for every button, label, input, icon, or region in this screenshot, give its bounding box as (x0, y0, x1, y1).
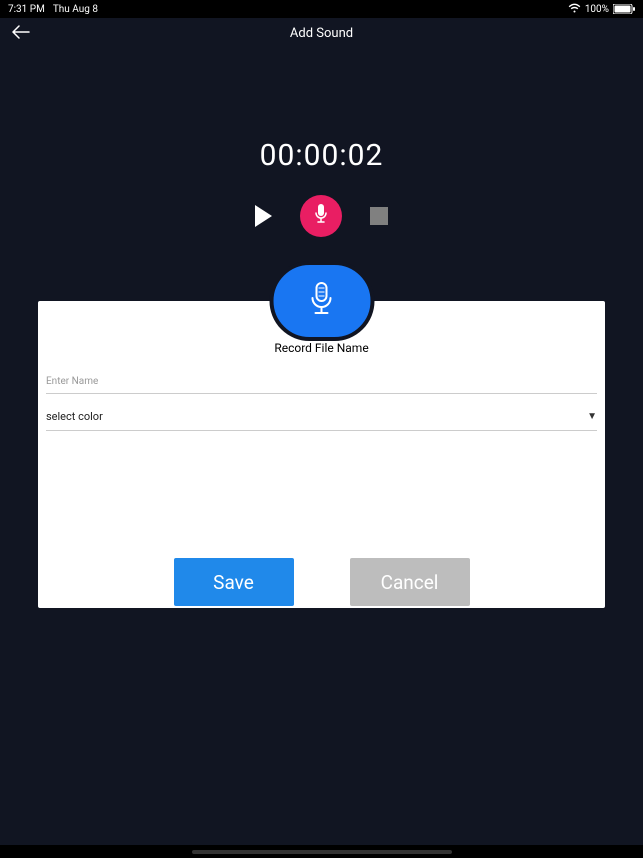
status-bar: 7:31 PM Thu Aug 8 100% (0, 0, 643, 18)
status-time: 7:31 PM (8, 4, 45, 15)
record-button[interactable] (300, 195, 342, 237)
name-input[interactable]: Enter Name (46, 369, 597, 394)
battery-icon (613, 4, 635, 14)
chevron-down-icon: ▼ (587, 411, 597, 422)
microphone-icon (307, 281, 337, 321)
page-title: Add Sound (290, 26, 353, 41)
back-button[interactable] (12, 23, 30, 44)
save-modal: Record File Name Enter Name select color… (38, 301, 605, 608)
battery-percentage: 100% (585, 4, 609, 15)
status-date: Thu Aug 8 (53, 4, 98, 15)
wifi-icon (568, 3, 581, 16)
modal-title: Record File Name (38, 341, 605, 355)
cancel-button[interactable]: Cancel (350, 558, 470, 606)
save-button[interactable]: Save (174, 558, 294, 606)
play-button[interactable] (255, 205, 272, 227)
record-mode-button[interactable] (269, 261, 374, 341)
stop-button[interactable] (370, 207, 388, 225)
app-frame: Add Sound 00:00:02 (0, 18, 643, 845)
header: Add Sound (0, 18, 643, 48)
color-select-label: select color (46, 410, 103, 423)
color-select[interactable]: select color ▼ (46, 410, 597, 431)
playback-controls (0, 195, 643, 237)
home-indicator[interactable] (192, 850, 452, 854)
recording-timer: 00:00:02 (0, 138, 643, 173)
modal-buttons: Save Cancel (38, 558, 605, 606)
name-input-placeholder: Enter Name (46, 376, 98, 387)
microphone-icon (312, 203, 330, 229)
